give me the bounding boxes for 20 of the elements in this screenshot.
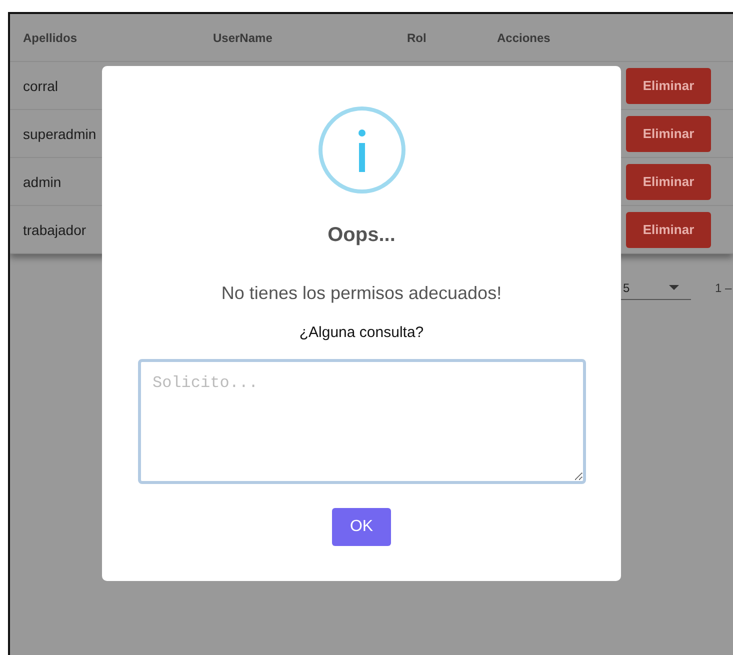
- dialog-message: No tienes los permisos adecuados!: [221, 283, 502, 304]
- delete-button[interactable]: Eliminar: [626, 68, 711, 104]
- column-header: Apellidos: [23, 30, 78, 44]
- question-label: ¿Alguna consulta?: [299, 324, 424, 341]
- dropdown-icon: [669, 285, 679, 290]
- column-header: UserName: [213, 30, 272, 44]
- delete-button[interactable]: Eliminar: [626, 212, 711, 248]
- ok-button[interactable]: OK: [332, 508, 391, 546]
- table-cell: corral: [23, 78, 58, 94]
- delete-button[interactable]: Eliminar: [626, 164, 711, 200]
- column-header: Rol: [407, 30, 426, 44]
- table-cell: admin: [23, 174, 62, 190]
- table-cell: trabajador: [23, 222, 86, 238]
- delete-button[interactable]: Eliminar: [626, 116, 711, 152]
- page-range: 1 –: [715, 281, 733, 295]
- dialog-title: Oops...: [328, 224, 396, 247]
- input-field[interactable]: Solicito...: [138, 359, 586, 484]
- column-header: Acciones: [497, 30, 550, 44]
- info-icon: [318, 106, 406, 194]
- table-cell: superadmin: [23, 126, 96, 142]
